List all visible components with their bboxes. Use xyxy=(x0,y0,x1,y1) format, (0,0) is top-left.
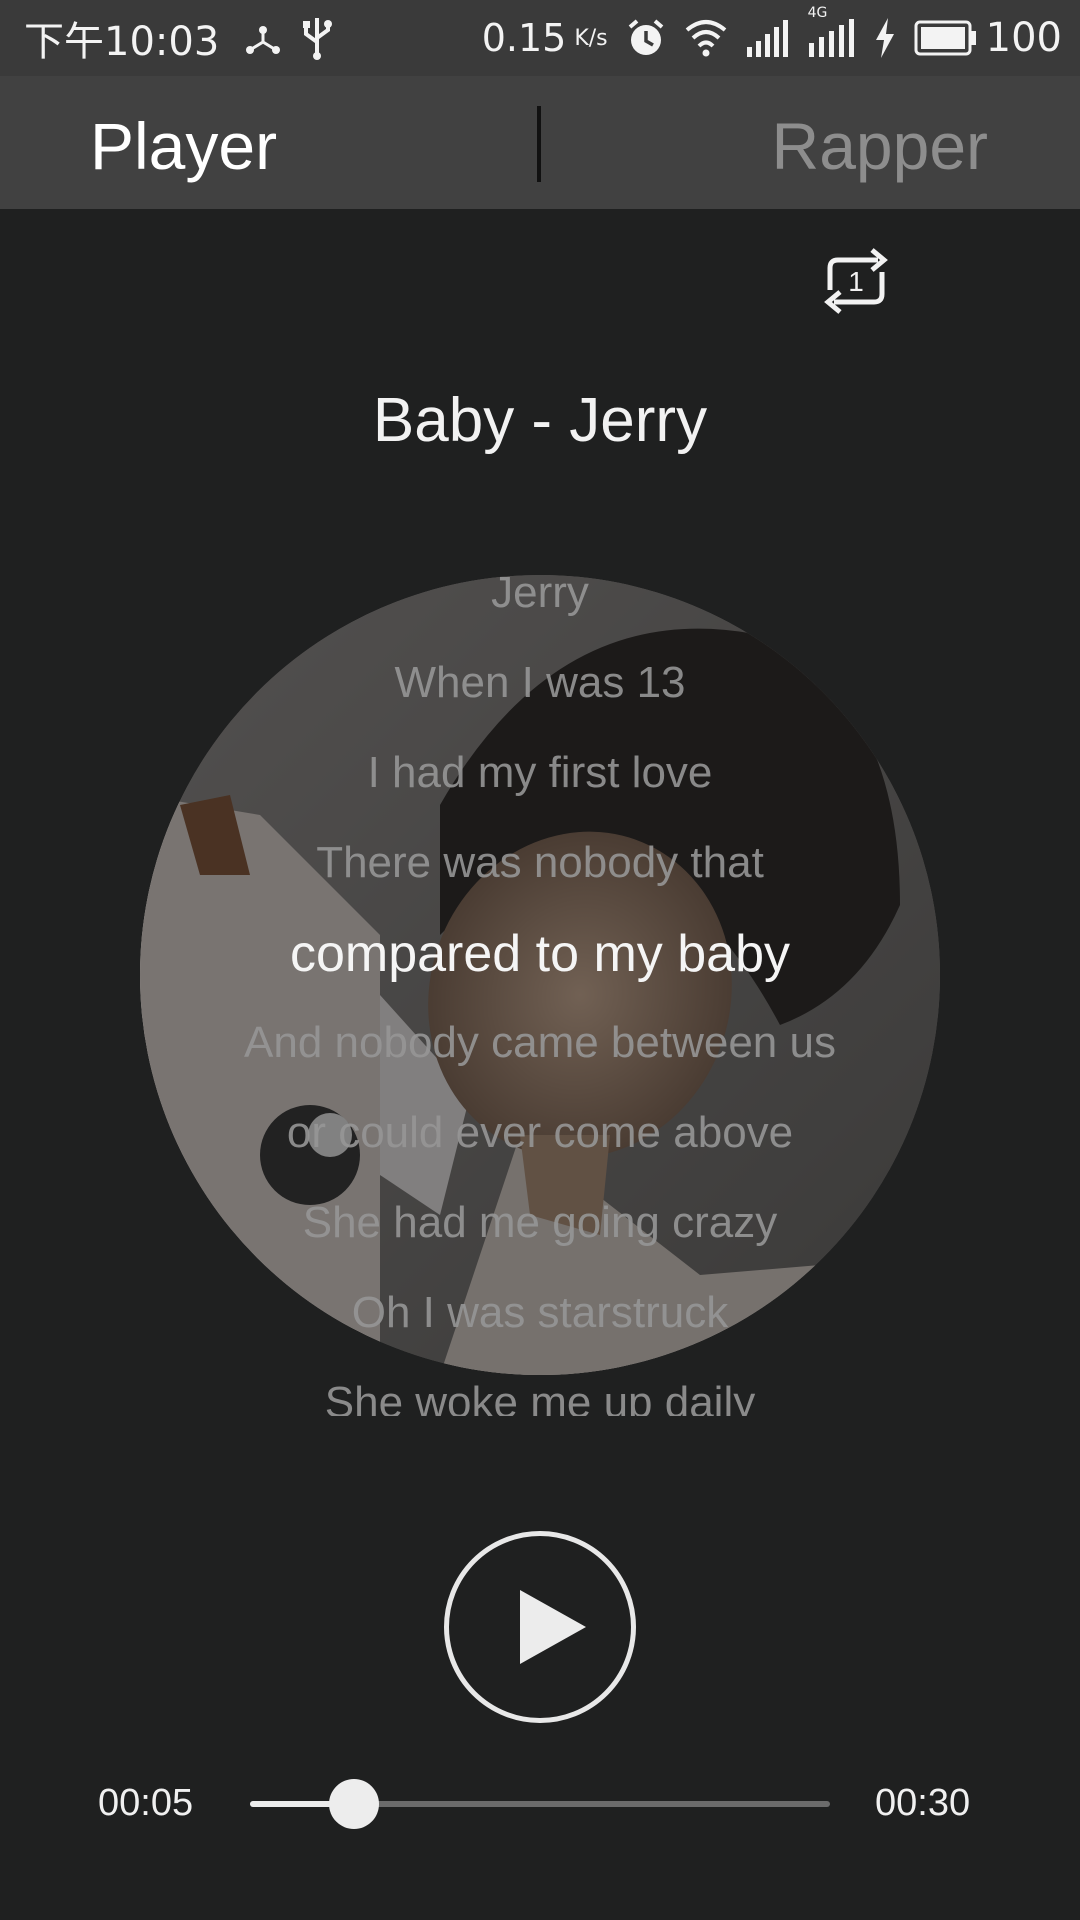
network-speed-value: 0.15 xyxy=(481,16,567,60)
usb-tether-icon xyxy=(243,18,283,58)
top-tab-bar: Player Rapper xyxy=(0,76,1080,209)
tab-player[interactable]: Player xyxy=(90,108,277,184)
tab-rapper[interactable]: Rapper xyxy=(772,108,988,184)
lyric-line: Jerry xyxy=(491,568,589,617)
battery-level: 100 xyxy=(985,15,1062,61)
lyrics-view[interactable]: Jerry When I was 13 I had my first love … xyxy=(0,568,1080,1416)
seek-bar-thumb[interactable] xyxy=(329,1779,380,1829)
charging-icon xyxy=(874,18,896,58)
alarm-icon xyxy=(626,18,666,58)
play-icon xyxy=(520,1590,586,1664)
song-title: Baby - Jerry xyxy=(372,386,708,455)
elapsed-time: 00:05 xyxy=(98,1782,194,1824)
tab-divider xyxy=(537,106,541,182)
repeat-one-button[interactable]: 1 xyxy=(816,246,896,316)
lyric-line: She had me going crazy xyxy=(302,1198,778,1247)
play-button[interactable] xyxy=(444,1531,636,1723)
network-speed: 0.15 K/s xyxy=(482,16,608,60)
lyric-line: or could ever come above xyxy=(286,1108,794,1157)
signal-4g-icon: 4G xyxy=(808,5,856,57)
status-right: 0.15 K/s 4G 100 xyxy=(482,5,1062,61)
wifi-icon xyxy=(684,18,728,58)
signal-icon xyxy=(746,19,790,57)
status-left: 下午10:03 xyxy=(24,9,351,67)
lyric-line: When I was 13 xyxy=(394,658,686,707)
network-speed-unit: K/s xyxy=(574,25,608,51)
status-time: 下午10:03 xyxy=(24,19,220,65)
seek-bar[interactable] xyxy=(250,1779,830,1829)
lyric-line: I had my first love xyxy=(367,748,713,797)
status-bar: 下午10:03 0.15 K/s 4G 100 xyxy=(0,0,1080,76)
repeat-one-icon: 1 xyxy=(824,248,888,314)
repeat-count: 1 xyxy=(848,266,864,297)
lyric-line: Oh I was starstruck xyxy=(351,1288,729,1337)
network-type-label: 4G xyxy=(807,5,828,21)
usb-icon xyxy=(301,16,333,60)
lyric-line: There was nobody that xyxy=(316,838,764,887)
battery-icon xyxy=(914,20,978,56)
total-time: 00:30 xyxy=(875,1782,971,1824)
lyric-line-current: compared to my baby xyxy=(289,925,791,983)
lyric-line: She woke me up daily xyxy=(324,1378,756,1416)
lyric-line: And nobody came between us xyxy=(244,1018,836,1067)
